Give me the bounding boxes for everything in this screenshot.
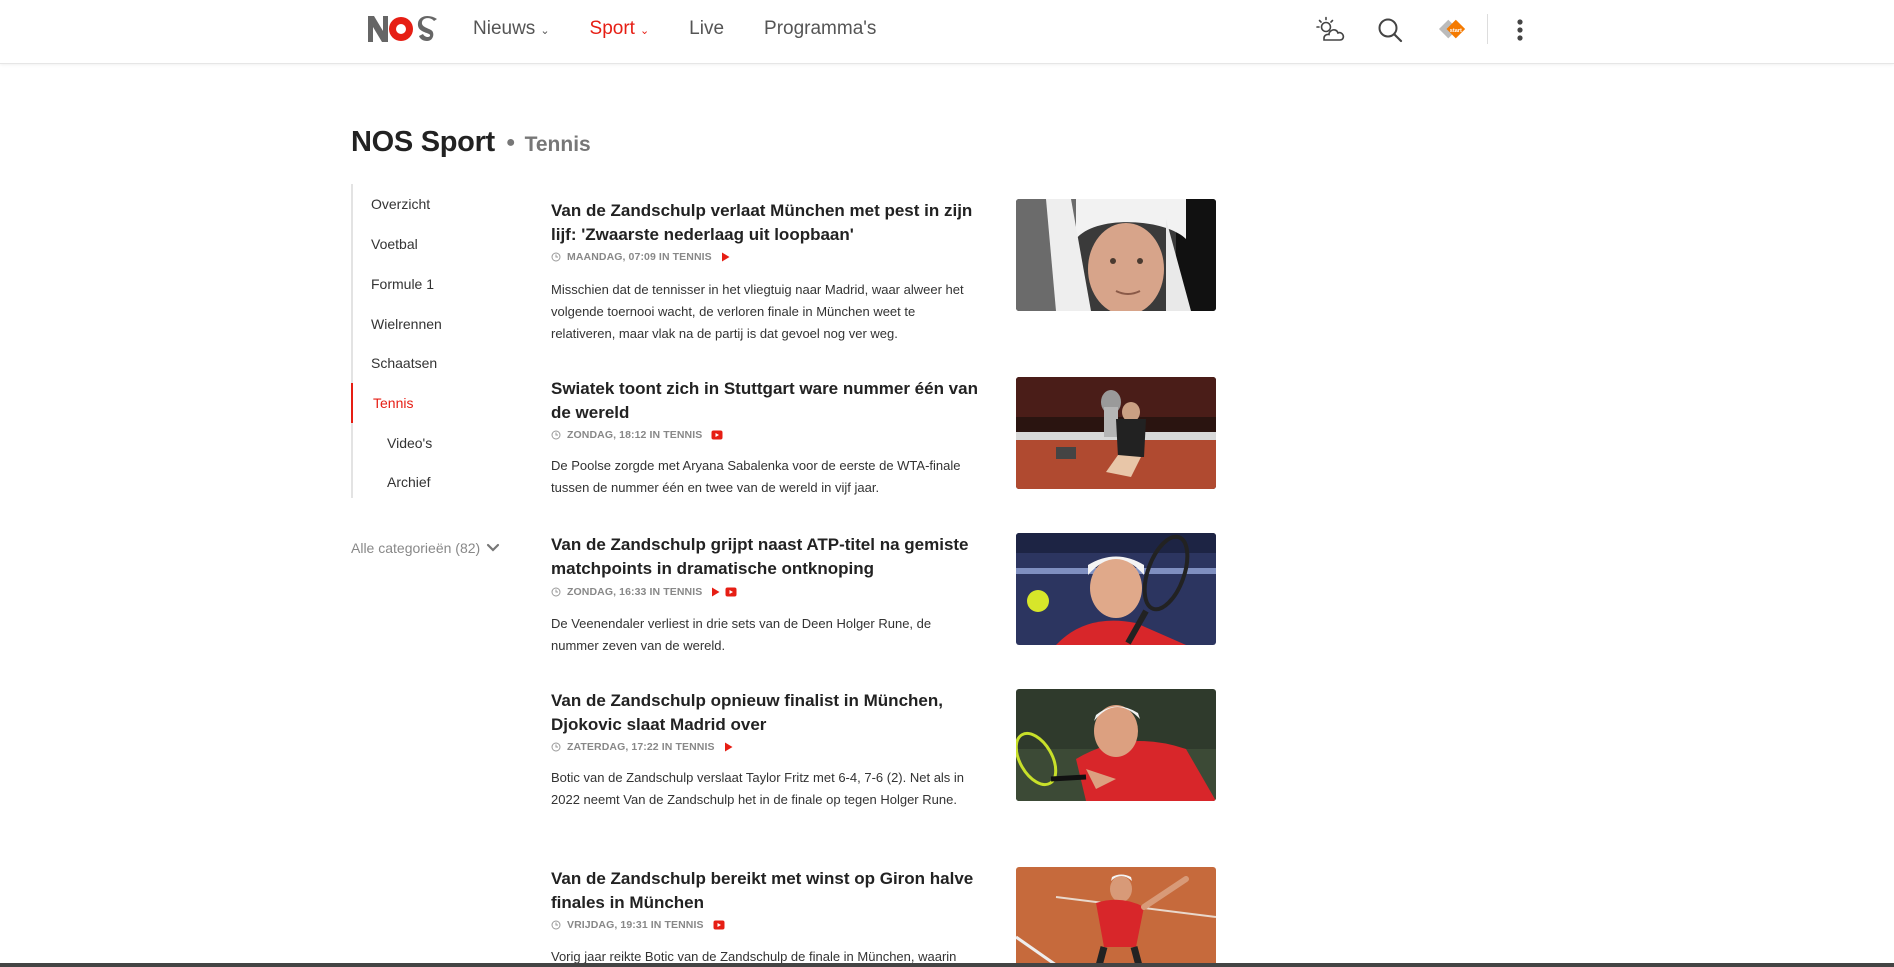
chevron-down-icon: [487, 543, 500, 552]
article-description: De Veenendaler verliest in drie sets van…: [551, 616, 932, 653]
main-nav: Nieuws ⌄ Sport ⌄ Live Programma's: [473, 0, 916, 58]
article-thumbnail[interactable]: [1016, 533, 1216, 645]
nav-nieuws[interactable]: Nieuws ⌄: [473, 18, 550, 40]
npo-start-button[interactable]: start: [1437, 14, 1469, 46]
article-description: Botic van de Zandschulp verslaat Taylor …: [551, 770, 965, 807]
sidebar: Overzicht Voetbal Formule 1 Wielrennen S…: [351, 184, 511, 498]
sidebar-item-overzicht[interactable]: Overzicht: [353, 184, 430, 224]
search-button[interactable]: [1374, 14, 1406, 46]
sidebar-item-videos[interactable]: Video's: [353, 423, 432, 463]
article-title[interactable]: Van de Zandschulp bereikt met winst op G…: [551, 867, 986, 915]
sidebar-item-label: Wielrennen: [371, 316, 442, 332]
sidebar-item-formule-1[interactable]: Formule 1: [353, 264, 434, 304]
chevron-down-icon: ⌄: [639, 25, 650, 37]
article-meta-text: VRIJDAG, 19:31 IN TENNIS: [567, 919, 704, 931]
clock-icon: [551, 742, 561, 752]
sidebar-item-label: Archief: [387, 474, 431, 490]
article-meta: ZONDAG, 18:12 IN TENNIS: [551, 429, 723, 441]
weather-button[interactable]: [1314, 14, 1346, 46]
sidebar-item-voetbal[interactable]: Voetbal: [353, 224, 418, 264]
article-title[interactable]: Van de Zandschulp verlaat München met pe…: [551, 199, 986, 247]
nav-live[interactable]: Live: [689, 18, 724, 40]
weather-icon: [1316, 16, 1345, 41]
sidebar-item-label: Tennis: [373, 395, 414, 411]
clock-icon: [551, 587, 561, 597]
browser-bottom-edge: [0, 963, 1894, 967]
clock-icon: [551, 430, 561, 440]
article-thumbnail[interactable]: [1016, 689, 1216, 801]
title-separator-dot: ●: [505, 134, 516, 151]
sidebar-item-label: Voetbal: [371, 236, 418, 252]
nav-live-label: Live: [689, 18, 725, 39]
sidebar-item-label: Video's: [387, 435, 433, 451]
clock-icon: [551, 252, 561, 262]
sidebar-item-schaatsen[interactable]: Schaatsen: [353, 343, 437, 383]
nos-logo[interactable]: [367, 14, 439, 44]
sidebar-item-wielrennen[interactable]: Wielrennen: [353, 304, 442, 344]
article-thumbnail[interactable]: [1016, 867, 1216, 967]
nos-logo-icon: [368, 15, 437, 42]
article-title[interactable]: Van de Zandschulp opnieuw finalist in Mü…: [551, 689, 986, 737]
article-meta-text: ZATERDAG, 17:22 IN TENNIS: [567, 741, 715, 753]
nav-programmas[interactable]: Programma's: [764, 18, 876, 40]
all-categories-toggle[interactable]: Alle categorieën (82): [351, 540, 500, 556]
nav-sport[interactable]: Sport ⌄: [590, 18, 650, 40]
svg-text:start: start: [1450, 28, 1462, 34]
play-icon: [724, 742, 733, 752]
article-description: Misschien dat de tennisser in het vliegt…: [551, 282, 964, 341]
tool-separator: [1487, 14, 1488, 44]
sidebar-item-archief[interactable]: Archief: [353, 462, 431, 502]
sidebar-item-label: Formule 1: [371, 276, 435, 292]
article-thumbnail[interactable]: [1016, 199, 1216, 311]
article-thumbnail[interactable]: [1016, 377, 1216, 489]
chevron-down-icon: ⌄: [540, 25, 550, 37]
clock-icon: [551, 920, 561, 930]
top-navigation-bar: Nieuws ⌄ Sport ⌄ Live Programma's start: [0, 0, 1894, 64]
page-title-main: NOS Sport: [351, 126, 495, 158]
article-meta-text: ZONDAG, 18:12 IN TENNIS: [567, 429, 703, 441]
nav-nieuws-label: Nieuws: [473, 18, 536, 39]
article-title[interactable]: Van de Zandschulp grijpt naast ATP-titel…: [551, 533, 986, 581]
page-subtitle: Tennis: [524, 133, 591, 156]
article-meta-text: MAANDAG, 07:09 IN TENNIS: [567, 251, 712, 263]
article-meta: ZATERDAG, 17:22 IN TENNIS: [551, 741, 733, 753]
nav-sport-label: Sport: [589, 18, 635, 39]
article-meta: ZONDAG, 16:33 IN TENNIS: [551, 586, 737, 598]
video-icon: [713, 920, 725, 930]
article-meta-text: ZONDAG, 16:33 IN TENNIS: [567, 586, 703, 598]
article-title[interactable]: Swiatek toont zich in Stuttgart ware num…: [551, 377, 986, 425]
more-icon: [1517, 19, 1523, 41]
article-meta: VRIJDAG, 19:31 IN TENNIS: [551, 919, 725, 931]
play-icon: [721, 252, 730, 262]
article-meta: MAANDAG, 07:09 IN TENNIS: [551, 251, 730, 263]
search-icon: [1378, 18, 1403, 43]
sidebar-item-label: Overzicht: [371, 196, 431, 212]
page-title: NOS Sport ● Tennis: [351, 126, 591, 159]
video-icon: [711, 430, 723, 440]
sidebar-item-label: Schaatsen: [371, 355, 438, 371]
nav-programmas-label: Programma's: [764, 18, 877, 39]
play-icon: [711, 587, 720, 597]
sidebar-item-tennis[interactable]: Tennis: [351, 383, 413, 423]
article-description: De Poolse zorgde met Aryana Sabalenka vo…: [551, 458, 961, 495]
npo-start-icon: start: [1438, 19, 1466, 39]
all-categories-label: Alle categorieën (82): [351, 540, 481, 556]
more-button[interactable]: [1504, 14, 1536, 46]
video-icon: [725, 587, 737, 597]
